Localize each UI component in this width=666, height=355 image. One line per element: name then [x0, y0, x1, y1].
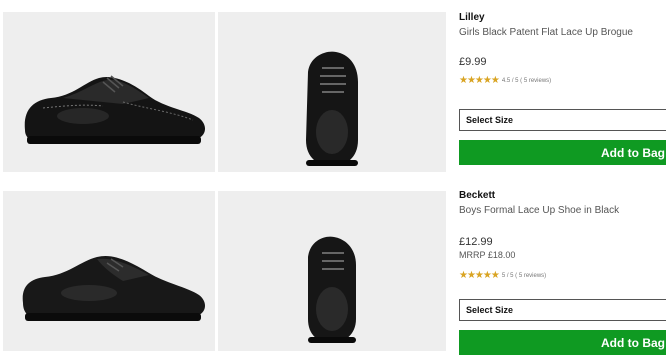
product-price: £12.99: [459, 236, 493, 248]
product-info: Lilley Girls Black Patent Flat Lace Up B…: [459, 12, 666, 86]
size-select[interactable]: Select Size: [459, 109, 666, 131]
product-image-front[interactable]: [218, 12, 446, 172]
rating-text: 5 / 5 ( 5 reviews): [501, 272, 547, 279]
shoe-side-illustration: [22, 255, 206, 321]
add-to-bag-label: Add to Bag: [601, 335, 665, 350]
product-rating[interactable]: ★★★★★ 5 / 5 ( 5 reviews): [459, 270, 666, 281]
product-title[interactable]: Girls Black Patent Flat Lace Up Brogue: [459, 27, 666, 38]
product-price: £9.99: [459, 56, 487, 68]
add-to-bag-button[interactable]: Add to Bag: [459, 140, 666, 165]
product-rating[interactable]: ★★★★★ 4.5 / 5 ( 5 reviews): [459, 75, 666, 86]
product-title[interactable]: Boys Formal Lace Up Shoe in Black: [459, 205, 666, 216]
product-image-side[interactable]: [3, 191, 215, 351]
product-brand[interactable]: Beckett: [459, 190, 666, 201]
add-to-bag-button[interactable]: Add to Bag: [459, 330, 666, 355]
product-image-front[interactable]: [218, 191, 446, 351]
rating-stars-icon: ★★★★★: [459, 270, 500, 281]
product-rrp: MRRP £18.00: [459, 250, 516, 260]
shoe-front-illustration: [306, 51, 358, 167]
product-brand[interactable]: Lilley: [459, 12, 666, 23]
product-image-side[interactable]: [3, 12, 215, 172]
product-info: Beckett Boys Formal Lace Up Shoe in Blac…: [459, 190, 666, 281]
size-select-label: Select Size: [466, 305, 514, 315]
shoe-side-illustration: [24, 75, 205, 144]
rating-text: 4.5 / 5 ( 5 reviews): [501, 77, 552, 84]
shoe-front-illustration: [308, 236, 356, 343]
size-select[interactable]: Select Size: [459, 299, 666, 321]
add-to-bag-label: Add to Bag: [601, 145, 665, 160]
size-select-label: Select Size: [466, 115, 514, 125]
rating-stars-icon: ★★★★★: [459, 75, 500, 86]
